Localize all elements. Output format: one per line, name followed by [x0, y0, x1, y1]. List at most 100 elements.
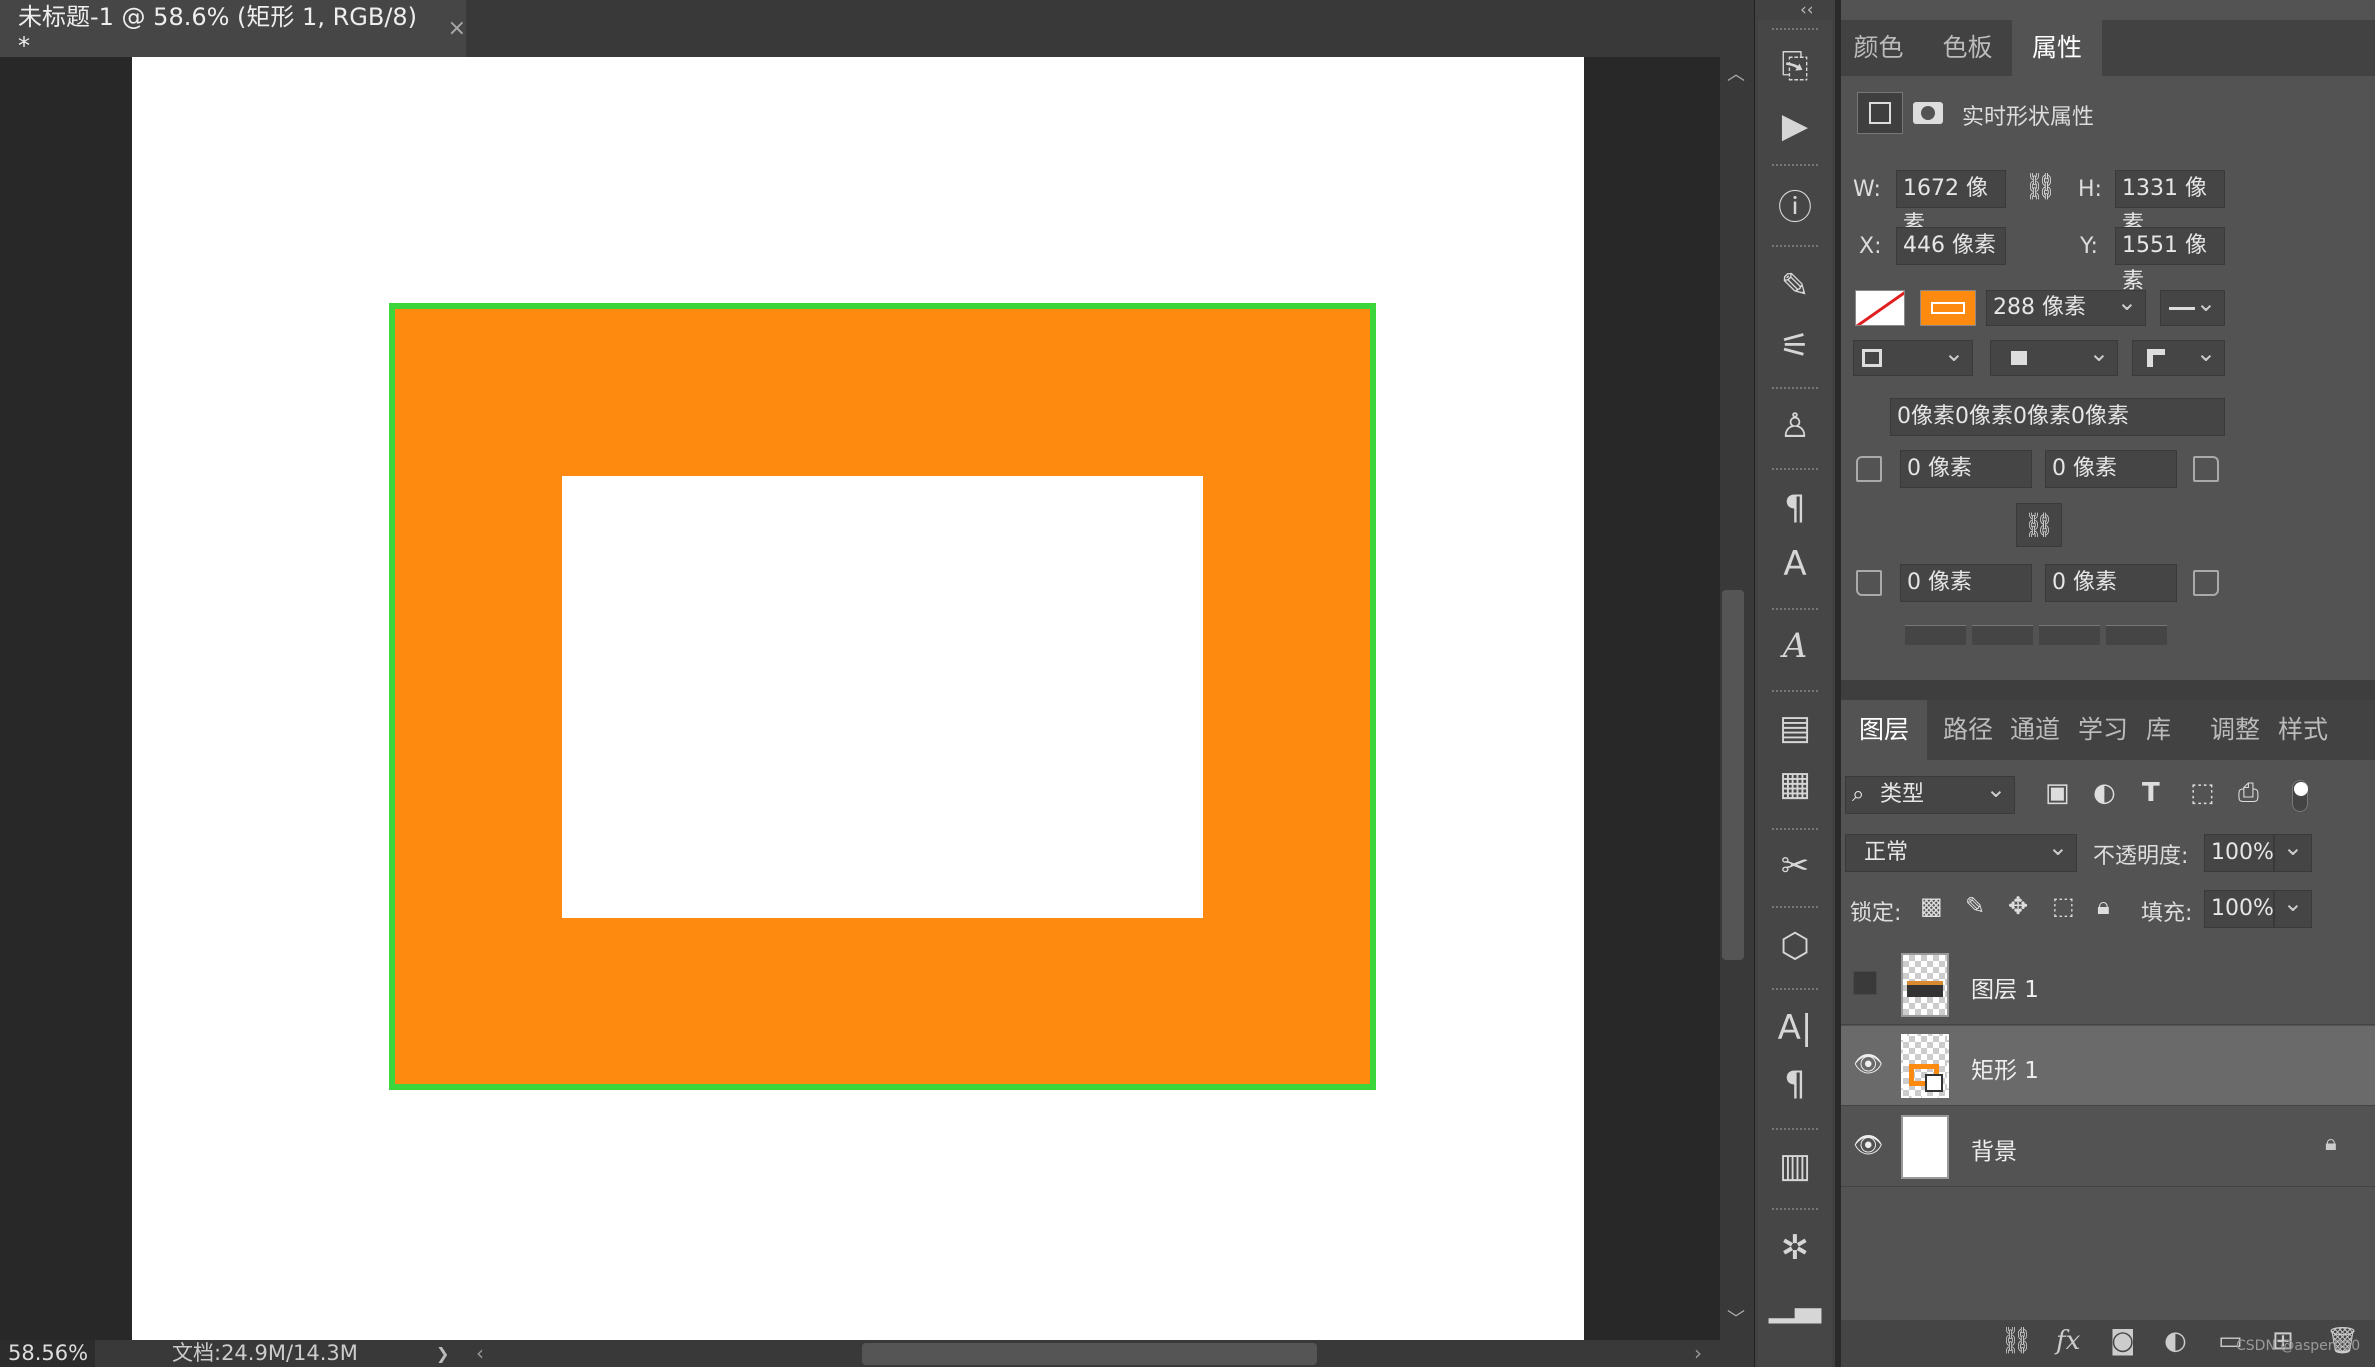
shape-properties-icon[interactable]: [1857, 92, 1903, 134]
tab-learn[interactable]: 学习: [2078, 700, 2128, 760]
grip[interactable]: [1772, 28, 1818, 33]
play-icon[interactable]: ▶: [1766, 102, 1824, 150]
corner-br-field[interactable]: 0 像素: [2045, 564, 2177, 602]
fill-color-swatch[interactable]: [1855, 290, 1905, 326]
corner-radius-summary[interactable]: 0像素0像素0像素0像素: [1890, 398, 2225, 436]
lock-all-icon[interactable]: 🔒︎: [2097, 892, 2110, 920]
fx-icon[interactable]: fx: [2056, 1326, 2080, 1356]
stroke-width-field[interactable]: 288 像素: [1986, 285, 2146, 326]
paragraph-icon[interactable]: ¶: [1766, 1060, 1824, 1108]
y-field[interactable]: 1551 像素: [2115, 227, 2225, 294]
grip[interactable]: [1772, 1128, 1818, 1133]
grip[interactable]: [1772, 1208, 1818, 1213]
grip[interactable]: [1772, 988, 1818, 993]
tab-styles[interactable]: 样式: [2278, 700, 2328, 760]
document-tab[interactable]: 未标题-1 @ 58.6% (矩形 1, RGB/8) * ×: [0, 0, 466, 60]
lock-artboard-icon[interactable]: ⬚: [2052, 892, 2075, 920]
tab-layers[interactable]: 图层: [1841, 700, 1928, 760]
corner-bl-field[interactable]: 0 像素: [1900, 564, 2032, 602]
grip[interactable]: [1772, 690, 1818, 695]
blend-mode-dropdown[interactable]: 正常: [1845, 829, 2077, 872]
intersect-button[interactable]: [2039, 625, 2100, 645]
link-corners-icon[interactable]: ⛓: [2016, 503, 2062, 547]
subtract-button[interactable]: [1972, 625, 2033, 645]
layer-name[interactable]: 矩形 1: [1971, 1051, 2039, 1085]
grip[interactable]: [1772, 828, 1818, 833]
close-tab-icon[interactable]: ×: [448, 16, 466, 41]
character-style-icon[interactable]: A: [1766, 540, 1824, 588]
character-icon[interactable]: A|: [1766, 1004, 1824, 1052]
height-field[interactable]: 1331 像素: [2115, 170, 2225, 237]
status-menu-arrow[interactable]: ❯: [436, 1340, 449, 1367]
scroll-up-icon[interactable]: ︿: [1727, 60, 1745, 86]
corner-tr-field[interactable]: 0 像素: [2045, 450, 2177, 488]
history-icon[interactable]: ⎘: [1766, 42, 1824, 90]
clone-source-icon[interactable]: ♙: [1766, 402, 1824, 450]
grip[interactable]: [1772, 608, 1818, 613]
tool-presets-icon[interactable]: ✂: [1766, 842, 1824, 890]
info-icon[interactable]: ⓘ: [1766, 180, 1824, 228]
notes-icon[interactable]: ▤: [1766, 704, 1824, 752]
eye-icon[interactable]: 👁︎: [1853, 1131, 1883, 1159]
width-field[interactable]: 1672 像素: [1896, 170, 2006, 237]
histogram-icon[interactable]: ▁▃: [1766, 1280, 1824, 1328]
add-mask-icon[interactable]: ◙: [2110, 1326, 2135, 1356]
grip[interactable]: [1772, 906, 1818, 911]
link-layers-icon[interactable]: ⛓: [2000, 1326, 2033, 1356]
visibility-toggle-off[interactable]: [1853, 971, 1877, 995]
vertical-scroll-thumb[interactable]: [1722, 590, 1744, 960]
brush-settings-icon[interactable]: ✎: [1766, 262, 1824, 310]
layer-row[interactable]: 👁︎ 背景 🔒︎: [1841, 1107, 2375, 1187]
mask-icon[interactable]: [1907, 92, 1949, 134]
pathfinder-buttons[interactable]: [1905, 625, 2167, 645]
tab-adjustments[interactable]: 调整: [2210, 700, 2260, 760]
type-filter-icon[interactable]: T: [2142, 778, 2160, 808]
smart-object-filter-icon[interactable]: ⎙: [2238, 778, 2259, 809]
collapse-icon[interactable]: ‹‹: [1800, 0, 1814, 20]
shape-filter-icon[interactable]: ⬚: [2190, 778, 2215, 808]
eye-icon[interactable]: 👁︎: [1853, 1050, 1883, 1078]
zoom-level[interactable]: 58.56%: [0, 1340, 95, 1367]
scroll-right-icon[interactable]: ›: [1694, 1340, 1702, 1367]
stroke-align-dropdown[interactable]: [1853, 335, 1973, 376]
layer-row[interactable]: 图层 1: [1841, 945, 2375, 1025]
layer-name[interactable]: 背景: [1971, 1132, 2017, 1166]
fill-field[interactable]: 100%: [2204, 890, 2274, 928]
x-field[interactable]: 446 像素: [1896, 227, 2006, 265]
comment-icon[interactable]: ▦: [1766, 760, 1824, 808]
stroke-caps-dropdown[interactable]: [1990, 335, 2118, 376]
layer-filter-dropdown[interactable]: ⌕ 类型: [1845, 771, 2015, 814]
lock-pixels-icon[interactable]: ✎: [1965, 892, 1985, 920]
grip[interactable]: [1772, 245, 1818, 250]
layer-name[interactable]: 图层 1: [1971, 970, 2039, 1004]
timeline-icon[interactable]: ▥: [1766, 1142, 1824, 1190]
lock-transparent-icon[interactable]: ▩: [1920, 892, 1943, 920]
horizontal-scroll-thumb[interactable]: [862, 1343, 1317, 1365]
tab-color[interactable]: 颜色: [1841, 20, 1916, 76]
corner-tl-field[interactable]: 0 像素: [1900, 450, 2032, 488]
adjust-icon[interactable]: ⚟: [1766, 322, 1824, 370]
navigator-icon[interactable]: ✲: [1766, 1224, 1824, 1272]
tab-paths[interactable]: 路径: [1943, 700, 1993, 760]
paragraph-style-icon[interactable]: ¶: [1766, 484, 1824, 532]
lock-position-icon[interactable]: ✥: [2008, 892, 2028, 920]
tab-libraries[interactable]: 库: [2146, 700, 2171, 760]
tab-swatches[interactable]: 色板: [1930, 20, 2005, 76]
scroll-left-icon[interactable]: ‹: [476, 1340, 484, 1367]
layer-row-selected[interactable]: 👁︎ 矩形 1: [1841, 1026, 2375, 1106]
stroke-type-dropdown[interactable]: [2160, 285, 2225, 326]
filter-toggle[interactable]: [2292, 780, 2308, 812]
adjustment-filter-icon[interactable]: ◐: [2093, 778, 2116, 808]
combine-button[interactable]: [1905, 625, 1966, 645]
stroke-color-swatch[interactable]: [1920, 290, 1976, 326]
grip[interactable]: [1772, 164, 1818, 169]
scroll-down-icon[interactable]: ﹀: [1727, 1305, 1745, 1331]
tab-channels[interactable]: 通道: [2010, 700, 2060, 760]
tab-properties[interactable]: 属性: [2012, 20, 2102, 76]
grip[interactable]: [1772, 468, 1818, 473]
adjustment-layer-icon[interactable]: ◐: [2164, 1326, 2187, 1356]
opacity-dropdown[interactable]: [2274, 829, 2312, 872]
link-icon[interactable]: ⛓: [2024, 172, 2057, 202]
opacity-field[interactable]: 100%: [2204, 834, 2274, 872]
glyphs-icon[interactable]: A: [1766, 622, 1824, 670]
